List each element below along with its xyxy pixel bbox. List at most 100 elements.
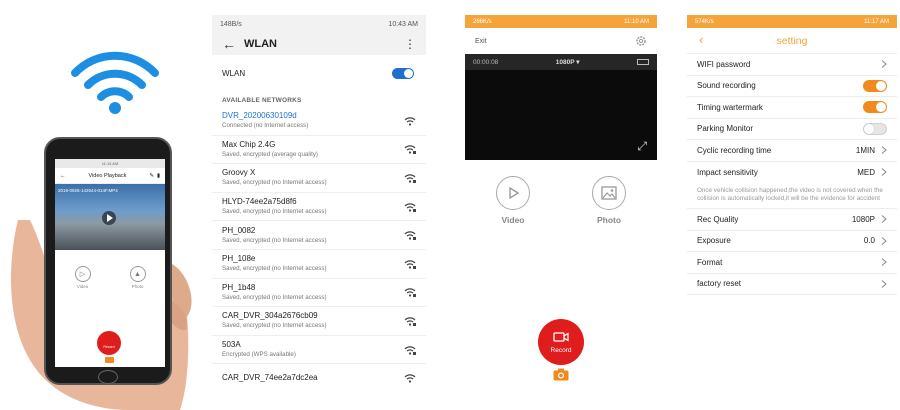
back-chevron-icon[interactable]: ‹ [699, 32, 703, 47]
wifi-icon [71, 51, 159, 114]
network-name: PH_0082 [222, 225, 256, 235]
network-item[interactable]: 503A Encrypted (WPS available) [212, 336, 426, 365]
row-label: Parking Monitor [697, 124, 754, 134]
wifi-signal-lock-icon [404, 231, 416, 241]
wlan-toggle-row: WLAN [212, 59, 426, 87]
format-row[interactable]: Format [687, 252, 897, 274]
row-value: 0.0 [863, 236, 875, 246]
smartphone: 11:14 AM ← Video Playback ✎ ▮ 2019-0926-… [44, 137, 172, 385]
sound-recording-row: Sound recording [687, 76, 897, 97]
network-status: Saved, encrypted (no Internet access) [222, 179, 327, 187]
photo-mode-button[interactable]: Photo [592, 176, 626, 225]
timing-watermark-toggle[interactable] [863, 101, 887, 114]
video-play-icon: ▷ [74, 266, 91, 282]
factory-reset-row[interactable]: factory reset [687, 274, 897, 295]
exposure-row[interactable]: Exposure 0.0 [687, 231, 897, 252]
wifi-signal-lock-icon [404, 317, 416, 326]
video-play-icon [496, 176, 530, 210]
more-options-icon[interactable]: ⋮ [404, 37, 416, 51]
status-signal: 148B/s [220, 20, 242, 28]
network-item[interactable]: Groovy X Saved, encrypted (no Internet ac… [212, 164, 426, 193]
network-item[interactable]: PH_108e Saved, encrypted (no Internet acc… [212, 250, 426, 279]
settings-status-bar: 574K/s 11:17 AM [687, 15, 897, 28]
delete-icon[interactable]: ▮ [157, 173, 160, 179]
row-value: 1MIN [855, 145, 875, 155]
network-name: PH_1b48 [222, 282, 256, 292]
wlan-title: WLAN [244, 38, 277, 50]
record-label: Record [550, 347, 572, 354]
resolution-selector[interactable]: 1080P ▾ [556, 58, 580, 66]
back-arrow-icon[interactable]: ← [222, 36, 244, 52]
network-name: PH_108e [222, 254, 256, 264]
camera-status-bar: 266K/s 11:10 AM [465, 15, 657, 28]
timing-watermark-row: Timing wartermark [687, 97, 897, 119]
chevron-right-icon [881, 279, 887, 288]
resolution-value: 1080P [555, 59, 575, 66]
parking-monitor-toggle[interactable] [863, 122, 887, 135]
row-label: Timing wartermark [697, 102, 763, 112]
row-label: Format [697, 257, 723, 267]
phone-file-name: 2019-0926-142544-014F.MP4 [58, 188, 118, 193]
phone-record-button[interactable]: Record [97, 331, 121, 355]
camera-live-view[interactable]: 00:00:08 1080P ▾ ⤢ [465, 54, 657, 160]
sound-recording-toggle[interactable] [863, 79, 887, 92]
wlan-toggle-label: WLAN [222, 68, 246, 78]
photo-icon: ▲ [129, 266, 146, 282]
camera-mode-buttons: Video Photo [465, 176, 657, 225]
network-item[interactable]: PH_0082 Saved, encrypted (no Internet acc… [212, 221, 426, 250]
network-name: DVR_20200630109d [222, 111, 297, 121]
row-label: Exposure [697, 236, 731, 246]
phone-screen: 11:14 AM ← Video Playback ✎ ▮ 2019-0926-… [55, 159, 165, 367]
network-status: Connected (no Internet access) [222, 122, 309, 130]
wlan-toggle[interactable] [392, 67, 414, 79]
network-item[interactable]: CAR_DVR_304a2676cb09 Saved, encrypted (no… [212, 307, 426, 336]
impact-note: Once vehicle collision happened,the vide… [687, 183, 897, 209]
camera-icon[interactable] [553, 368, 569, 381]
network-item[interactable]: Max Chip 2.4G Saved, encrypted (average q… [212, 136, 426, 165]
network-item[interactable]: PH_1b48 Saved, encrypted (no Internet acc… [212, 279, 426, 308]
network-item[interactable]: HLYD-74ee2a75d8f6 Saved, encrypted (no In… [212, 193, 426, 222]
row-label: Impact sensitivity [697, 167, 758, 177]
page: 11:14 AM ← Video Playback ✎ ▮ 2019-0926-… [0, 0, 900, 410]
network-name: CAR_DVR_74ee2a7dc2ea [222, 373, 318, 383]
battery-icon [636, 59, 649, 65]
parking-monitor-row: Parking Monitor [687, 119, 897, 140]
network-name: Max Chip 2.4G [222, 139, 276, 149]
record-button[interactable]: Record [538, 319, 584, 365]
row-label: Cyclic recording time [697, 145, 772, 155]
row-value: 1080P [851, 214, 875, 224]
phone-photo-label: Photo [131, 284, 144, 289]
home-button [98, 370, 118, 384]
play-icon[interactable] [102, 211, 116, 225]
chevron-right-icon [881, 236, 887, 245]
impact-sensitivity-row[interactable]: Impact sensitivity MED [687, 162, 897, 184]
phone-video-button[interactable]: ▷ Video [74, 266, 91, 289]
gear-icon[interactable] [635, 35, 647, 47]
cyclic-recording-row[interactable]: Cyclic recording time 1MIN [687, 140, 897, 162]
network-name: CAR_DVR_304a2676cb09 [222, 311, 318, 321]
phone-photo-button[interactable]: ▲ Photo [129, 266, 146, 289]
camera-toolbar: Exit [465, 28, 657, 54]
available-networks-label: AVAILABLE NETWORKS [222, 97, 302, 104]
phone-status-bar: 11:14 AM [55, 159, 165, 168]
edit-icon[interactable]: ✎ [149, 173, 154, 179]
status-signal: 266K/s [473, 18, 492, 25]
exit-button[interactable]: Exit [475, 38, 487, 45]
network-name: Groovy X [222, 168, 256, 178]
status-signal: 574K/s [695, 18, 714, 25]
video-mode-button[interactable]: Video [496, 176, 530, 225]
phone-mode-buttons: ▷ Video ▲ Photo [55, 266, 165, 289]
fullscreen-icon[interactable]: ⤢ [637, 139, 647, 154]
row-label: Rec Quality [697, 214, 739, 224]
wifi-signal-lock-icon [404, 260, 416, 269]
network-name: HLYD-74ee2a75d8f6 [222, 197, 297, 207]
wifi-signal-icon [404, 374, 416, 383]
rec-quality-row[interactable]: Rec Quality 1080P [687, 209, 897, 231]
photo-icon [592, 176, 626, 210]
chevron-right-icon [881, 168, 887, 177]
network-item[interactable]: CAR_DVR_74ee2a7dc2ea [212, 364, 426, 385]
network-item[interactable]: DVR_20200630109d Connected (no Internet a… [212, 107, 426, 136]
wifi-password-row[interactable]: WIFI password [687, 54, 897, 76]
wlan-status-bar: 148B/s 10:43 AM [212, 15, 426, 33]
phone-camera-icon[interactable] [105, 357, 114, 363]
